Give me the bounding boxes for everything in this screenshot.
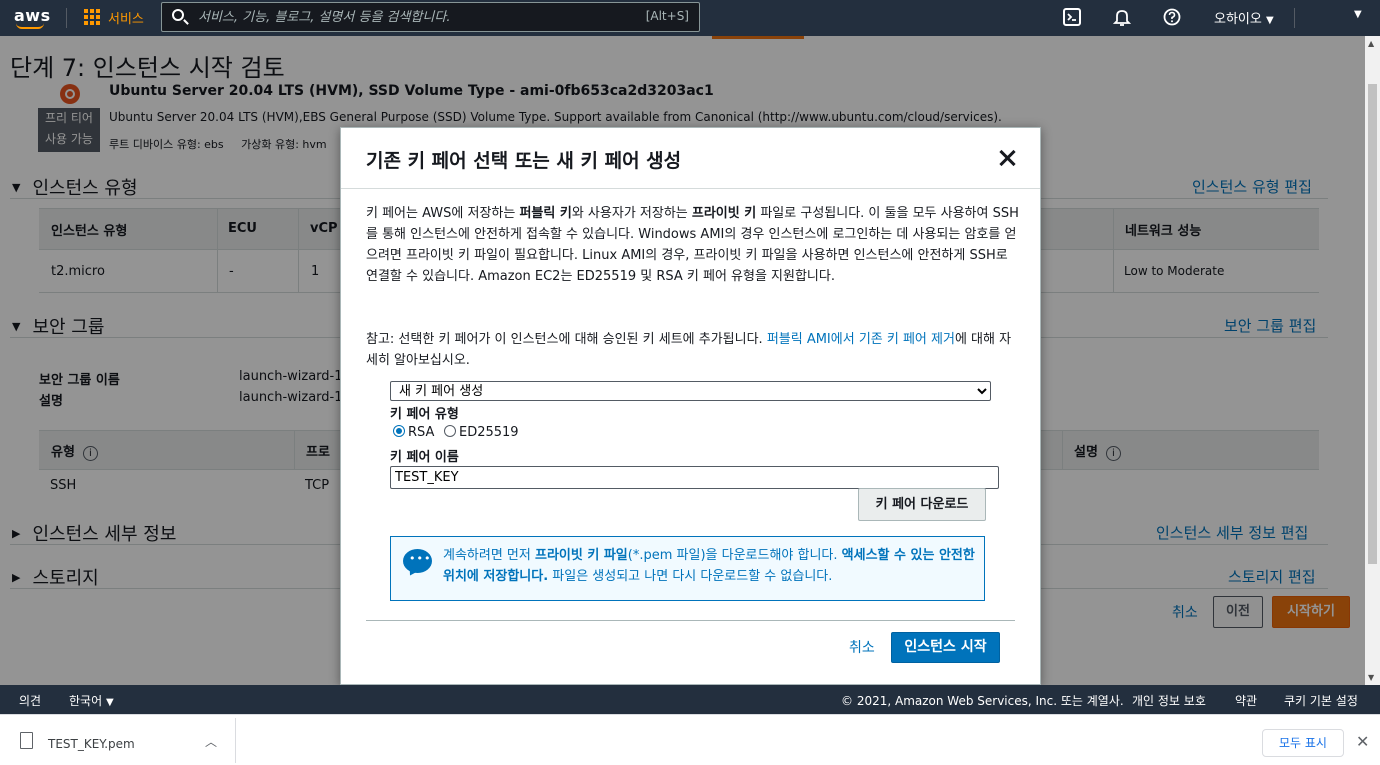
search-shortcut: [Alt+S] <box>645 9 689 23</box>
download-key-pair-button[interactable]: 키 페어 다운로드 <box>858 488 986 521</box>
aws-logo-smile-icon <box>16 23 44 29</box>
key-type-label: 키 페어 유형 <box>390 407 459 422</box>
divider <box>366 620 1015 621</box>
modal-title: 기존 키 페어 선택 또는 새 키 페어 생성 <box>366 150 682 172</box>
search-input[interactable] <box>198 7 628 27</box>
region-selector[interactable]: 오하이오 ▼ <box>1214 8 1274 27</box>
top-navigation: aws 서비스 [Alt+S] 오하이오 ▼ ▼ <box>0 0 1380 36</box>
privacy-link[interactable]: 개인 정보 보호 <box>1132 692 1206 709</box>
console-footer: 의견 한국어 ▼ © 2021, Amazon Web Services, In… <box>0 685 1380 714</box>
feedback-link[interactable]: 의견 <box>19 692 41 709</box>
search-box[interactable]: [Alt+S] <box>161 2 700 32</box>
remove-key-pair-link[interactable]: 퍼블릭 AMI에서 기존 키 페어 제거 <box>767 332 955 347</box>
file-icon <box>20 732 33 749</box>
modal-header: 기존 키 페어 선택 또는 새 키 페어 생성 <box>341 128 1040 189</box>
scroll-down-icon: ▼ <box>1368 673 1375 682</box>
search-icon <box>172 9 184 21</box>
radio-ed25519[interactable]: ED25519 <box>444 425 519 440</box>
radio-selected-icon <box>393 425 405 437</box>
bell-icon[interactable] <box>1112 8 1132 26</box>
modal-description: 키 페어는 AWS에 저장하는 퍼블릭 키와 사용자가 저장하는 프라이빗 키 … <box>366 206 1019 284</box>
services-grid-icon[interactable] <box>84 9 100 25</box>
key-pair-modal: 기존 키 페어 선택 또는 새 키 페어 생성 키 페어는 AWS에 저장하는 … <box>340 127 1041 685</box>
radio-rsa[interactable]: RSA <box>393 425 434 440</box>
launch-instance-button[interactable]: 인스턴스 시작 <box>891 632 1000 663</box>
alert-message: 계속하려면 먼저 프라이빗 키 파일(*.pem 파일)을 다운로드해야 합니다… <box>443 548 975 584</box>
copyright: © 2021, Amazon Web Services, Inc. 또는 계열사… <box>841 694 1124 708</box>
scrollbar-thumb[interactable] <box>1368 84 1377 564</box>
services-menu[interactable]: 서비스 <box>108 8 144 27</box>
divider <box>1294 8 1295 28</box>
page-scrollbar[interactable]: ▲ ▼ <box>1365 36 1380 685</box>
key-pair-select[interactable]: 새 키 페어 생성 <box>390 381 991 401</box>
chevron-down-icon: ▼ <box>1265 15 1274 26</box>
show-all-button[interactable]: 모두 표시 <box>1262 729 1344 757</box>
info-alert: 계속하려면 먼저 프라이빗 키 파일(*.pem 파일)을 다운로드해야 합니다… <box>390 536 985 601</box>
close-icon[interactable] <box>997 148 1017 168</box>
cookie-preferences-link[interactable]: 쿠키 기본 설정 <box>1284 692 1358 709</box>
key-name-label: 키 페어 이름 <box>390 450 459 465</box>
downloaded-file-name[interactable]: TEST_KEY.pem <box>48 737 135 751</box>
scroll-up-icon: ▲ <box>1368 39 1375 48</box>
chevron-up-icon[interactable]: ︿ <box>205 733 217 750</box>
divider <box>235 718 236 763</box>
close-icon[interactable]: ✕ <box>1356 732 1369 751</box>
account-caret-icon[interactable]: ▼ <box>1354 9 1362 20</box>
cloudshell-icon[interactable] <box>1063 8 1081 26</box>
chevron-down-icon: ▼ <box>105 697 114 708</box>
chat-bubble-icon <box>403 549 432 573</box>
key-name-input[interactable] <box>390 466 999 489</box>
language-selector[interactable]: 한국어 ▼ <box>69 692 114 709</box>
terms-link[interactable]: 약관 <box>1235 692 1257 709</box>
browser-download-bar: TEST_KEY.pem ︿ 모두 표시 ✕ <box>0 714 1380 765</box>
divider <box>66 8 67 28</box>
modal-cancel-link[interactable]: 취소 <box>849 637 875 657</box>
help-icon[interactable] <box>1163 8 1181 26</box>
modal-note: 참고: 선택한 키 페어가 이 인스턴스에 대해 승인된 키 세트에 추가됩니다… <box>366 332 1012 368</box>
radio-unselected-icon <box>444 425 456 437</box>
